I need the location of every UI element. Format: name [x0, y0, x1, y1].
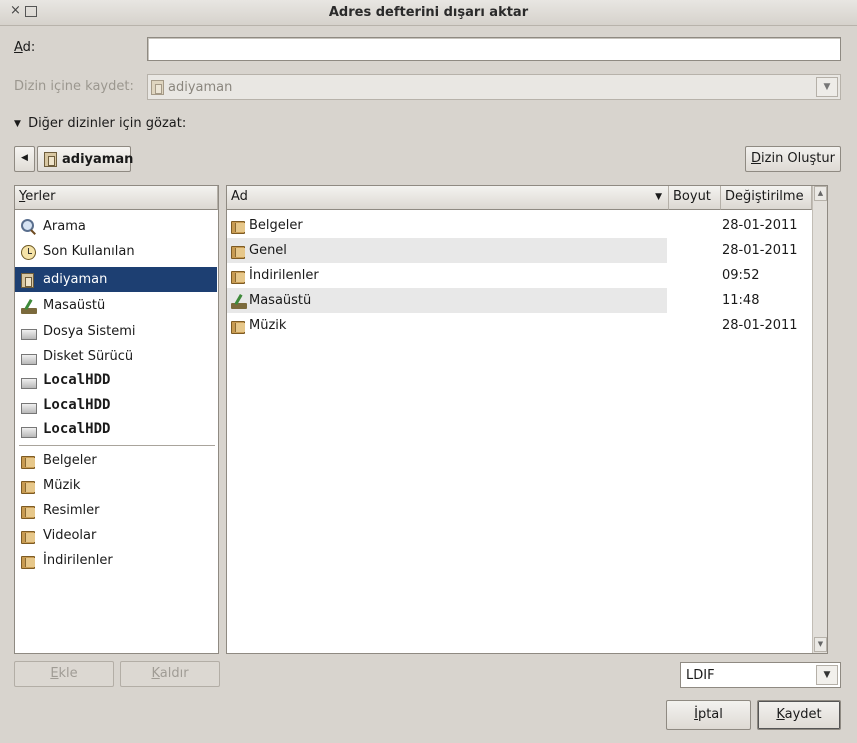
place-search[interactable]: Arama — [15, 214, 217, 239]
places-panel: Yerler Arama Son Kullanılan adiyaman Mas… — [14, 185, 219, 654]
bookmark-videos[interactable]: Videolar — [15, 523, 217, 548]
files-scrollbar[interactable]: ▲ ▼ — [812, 186, 827, 653]
save-in-combo[interactable]: adiyaman ▼ — [147, 74, 841, 100]
folder-icon — [21, 553, 35, 578]
chevron-left-icon: ◀ — [21, 153, 28, 163]
expander-arrow-icon: ▼ — [14, 119, 21, 129]
folder-icon — [231, 318, 245, 343]
place-localhdd-1[interactable]: LocalHDD — [15, 368, 217, 393]
chevron-down-icon[interactable]: ▼ — [816, 665, 838, 685]
cancel-button[interactable]: İptal — [666, 700, 751, 730]
remove-bookmark-button[interactable]: Kaldır — [120, 661, 220, 687]
home-folder-icon — [151, 80, 164, 99]
column-header-size[interactable]: Boyut — [669, 186, 721, 210]
file-row[interactable]: Müzik 28-01-2011 — [227, 313, 810, 338]
name-label: Ad: — [14, 40, 36, 55]
chevron-down-icon[interactable]: ▼ — [816, 77, 838, 97]
place-home[interactable]: adiyaman — [15, 267, 217, 292]
file-row[interactable]: Belgeler 28-01-2011 — [227, 213, 810, 238]
path-current-button[interactable]: adiyaman — [37, 146, 134, 172]
browse-expander[interactable]: ▼ Diğer dizinler için gözat: — [14, 116, 186, 131]
bookmark-downloads[interactable]: İndirilenler — [15, 548, 217, 573]
place-recent[interactable]: Son Kullanılan — [15, 239, 217, 264]
path-back-button[interactable]: ◀ — [14, 146, 35, 172]
column-header-name[interactable]: Ad ▼ — [227, 186, 669, 210]
place-filesystem[interactable]: Dosya Sistemi — [15, 319, 217, 344]
file-row[interactable]: Genel 28-01-2011 — [227, 238, 810, 263]
name-input[interactable] — [147, 37, 841, 61]
scroll-down-icon[interactable]: ▼ — [814, 637, 827, 652]
format-combo[interactable]: LDIF ▼ — [680, 662, 841, 688]
path-current-label: adiyaman — [62, 152, 134, 167]
place-floppy[interactable]: Disket Sürücü — [15, 344, 217, 369]
place-localhdd-3[interactable]: LocalHDD — [15, 417, 217, 442]
drive-icon — [21, 422, 37, 447]
bookmark-music[interactable]: Müzik — [15, 473, 217, 498]
clock-icon — [21, 244, 36, 269]
add-bookmark-button[interactable]: Ekle — [14, 661, 114, 687]
format-value: LDIF — [686, 668, 715, 683]
files-panel: Ad ▼ Boyut Değiştirilme Belgeler 28-01-2… — [226, 185, 828, 654]
home-folder-icon — [44, 152, 57, 171]
place-localhdd-2[interactable]: LocalHDD — [15, 393, 217, 418]
create-folder-button[interactable]: Dizin Oluştur — [745, 146, 841, 172]
places-separator — [19, 445, 215, 446]
file-row[interactable]: İndirilenler 09:52 — [227, 263, 810, 288]
place-desktop[interactable]: Masaüstü — [15, 293, 217, 318]
save-in-label: Dizin içine kaydet: — [14, 79, 134, 94]
window-title: Adres defterini dışarı aktar — [328, 5, 529, 20]
bookmark-pictures[interactable]: Resimler — [15, 498, 217, 523]
title-bar: × Adres defterini dışarı aktar — [0, 0, 857, 26]
places-header[interactable]: Yerler — [15, 186, 218, 210]
file-row[interactable]: Masaüstü 11:48 — [227, 288, 810, 313]
column-header-modified[interactable]: Değiştirilme — [721, 186, 812, 210]
scroll-up-icon[interactable]: ▲ — [814, 186, 827, 201]
save-button[interactable]: Kaydet — [757, 700, 841, 730]
save-in-value: adiyaman — [168, 80, 233, 95]
bookmark-documents[interactable]: Belgeler — [15, 448, 217, 473]
sort-down-icon: ▼ — [655, 192, 662, 202]
